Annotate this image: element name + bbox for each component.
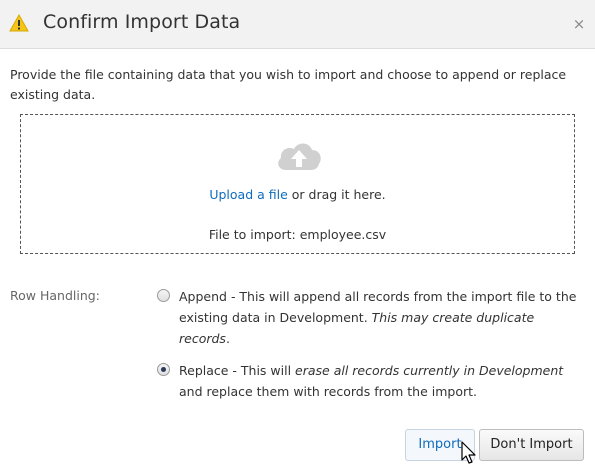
replace-warning-text: erase all records currently in Developme… (295, 363, 564, 378)
upload-suffix-text: or drag it here. (287, 187, 386, 202)
mouse-cursor-icon (461, 441, 476, 464)
append-option-text[interactable]: Append - This will append all records fr… (179, 286, 579, 349)
dont-import-button[interactable]: Don't Import (479, 429, 584, 461)
file-dropzone[interactable]: Upload a file or drag it here. File to i… (20, 114, 575, 254)
append-radio[interactable] (157, 289, 170, 302)
dialog-title: Confirm Import Data (43, 11, 241, 33)
dialog-description: Provide the file containing data that yo… (10, 67, 567, 102)
upload-file-link[interactable]: Upload a file (209, 187, 287, 202)
replace-text-end: and replace them with records from the i… (179, 384, 478, 399)
file-to-import-label: File to import: employee.csv (208, 227, 387, 242)
replace-radio[interactable] (157, 363, 170, 376)
row-handling-label: Row Handling: (10, 288, 100, 303)
upload-instructions: Upload a file or drag it here. (21, 187, 574, 202)
replace-text: Replace - This will (179, 363, 296, 378)
warning-icon (9, 14, 29, 32)
replace-option-text[interactable]: Replace - This will erase all records cu… (179, 360, 579, 402)
close-icon[interactable]: × (571, 16, 587, 32)
append-text-end: . (225, 331, 230, 346)
dialog-header: Confirm Import Data × (0, 0, 595, 49)
cloud-upload-icon (278, 143, 321, 170)
